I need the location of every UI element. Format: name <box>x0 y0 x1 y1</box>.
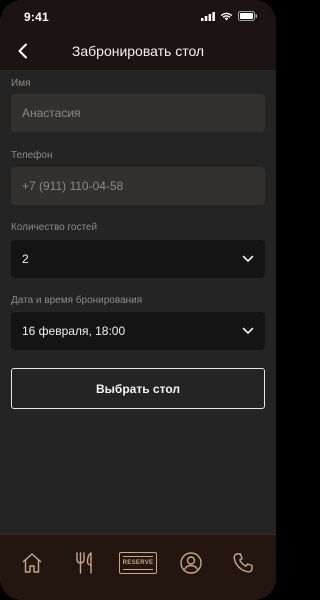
signal-icon <box>201 11 215 21</box>
phone-screen: 9:41 Забронировать стол Имя Анастасия Те… <box>0 0 276 600</box>
page-title: Забронировать стол <box>71 43 205 59</box>
status-time: 9:41 <box>24 10 49 24</box>
tab-call[interactable] <box>229 549 257 577</box>
status-icons <box>201 11 258 21</box>
tab-reserve[interactable]: RESERVE <box>118 549 158 577</box>
reserve-icon: RESERVE <box>119 552 157 574</box>
datetime-select[interactable]: 16 февраля, 18:00 <box>11 312 265 350</box>
fork-knife-icon <box>76 552 92 574</box>
choose-table-button[interactable]: Выбрать стол <box>11 368 265 409</box>
name-placeholder: Анастасия <box>22 106 81 120</box>
guests-value: 2 <box>22 252 29 266</box>
guests-select[interactable]: 2 <box>11 240 265 278</box>
status-bar: 9:41 <box>0 0 276 32</box>
chevron-down-icon <box>242 327 254 335</box>
tab-profile[interactable] <box>177 549 205 577</box>
datetime-label: Дата и время бронирования <box>11 295 143 306</box>
name-label: Имя <box>11 78 31 89</box>
phone-placeholder: +7 (911) 110-04-58 <box>22 179 124 193</box>
name-field[interactable]: Анастасия <box>11 94 265 132</box>
battery-icon <box>238 11 257 21</box>
phone-label: Телефон <box>11 150 53 161</box>
reserve-label: RESERVE <box>122 560 154 566</box>
chevron-down-icon <box>242 255 254 263</box>
phone-field[interactable]: +7 (911) 110-04-58 <box>11 167 265 205</box>
tab-home[interactable] <box>18 549 46 577</box>
phone-icon <box>233 553 253 573</box>
guests-label: Количество гостей <box>11 222 98 233</box>
home-icon <box>22 553 42 573</box>
bottom-navigation: RESERVE <box>0 534 276 600</box>
top-navigation-bar: Забронировать стол <box>0 32 276 70</box>
wifi-icon <box>220 12 233 20</box>
tab-menu[interactable] <box>71 549 99 577</box>
datetime-value: 16 февраля, 18:00 <box>22 324 126 338</box>
profile-icon <box>180 552 202 574</box>
